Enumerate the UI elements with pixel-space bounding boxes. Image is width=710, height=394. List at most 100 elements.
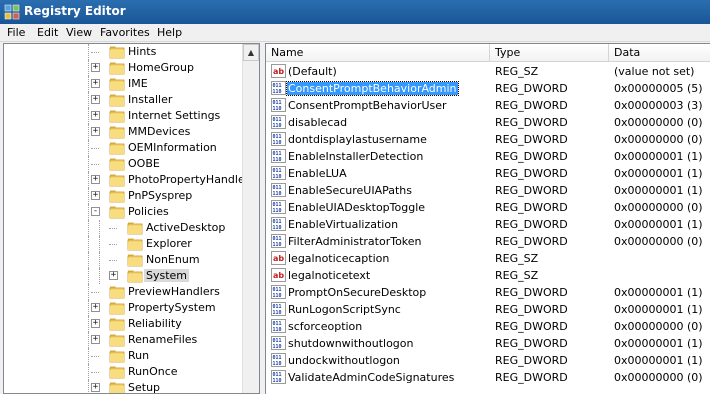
value-row[interactable]: 011 110 disablecad REG_DWORD 0x00000000 (0) (266, 114, 710, 131)
value-row[interactable]: 011 110 EnableVirtualization REG_DWORD 0x000… (266, 216, 710, 233)
value-name: EnableLUA (288, 167, 347, 180)
folder-icon (109, 109, 125, 123)
tree-node[interactable]: + RenameFiles (4, 332, 244, 348)
expand-icon[interactable]: + (91, 303, 100, 312)
key-tree[interactable]: Hints + HomeGroup + IME + Installer + Internet S… (3, 43, 260, 394)
tree-node[interactable]: - Policies (4, 204, 244, 220)
collapse-icon[interactable]: - (91, 207, 100, 216)
value-row[interactable]: 011 110 FilterAdministratorToken REG_DWORD 0… (266, 233, 710, 250)
tree-scrollbar[interactable]: ▲ (242, 44, 259, 393)
tree-node[interactable]: + Setup (4, 380, 244, 393)
value-row[interactable]: 011 110 undockwithoutlogon REG_DWORD 0x00000… (266, 352, 710, 369)
column-header-name[interactable]: Name (266, 44, 490, 62)
value-data: 0x00000001 (1) (614, 354, 703, 367)
tree-node[interactable]: + PropertySystem (4, 300, 244, 316)
tree-node-label: PreviewHandlers (128, 285, 220, 298)
value-row[interactable]: 011 110 ConsentPromptBehaviorAdmin REG_DWOR… (266, 80, 710, 97)
string-icon: ab (271, 64, 286, 78)
svg-text:110: 110 (273, 123, 282, 129)
tree-node[interactable]: Explorer (4, 236, 244, 252)
value-row[interactable]: 011 110 EnableSecureUIAPaths REG_DWORD 0x000… (266, 182, 710, 199)
menu-favorites[interactable]: Favorites (100, 26, 150, 39)
tree-node[interactable]: Run (4, 348, 244, 364)
tree-node[interactable]: + IME (4, 76, 244, 92)
menu-file[interactable]: File (7, 26, 25, 39)
value-row[interactable]: 011 110 RunLogonScriptSync REG_DWORD 0x00000… (266, 301, 710, 318)
tree-node[interactable]: + PhotoPropertyHandler (4, 172, 249, 188)
expand-icon[interactable]: + (91, 383, 100, 392)
tree-node-label: MMDevices (128, 125, 191, 138)
expand-icon[interactable]: + (109, 271, 118, 280)
expand-icon[interactable]: + (91, 111, 100, 120)
svg-text:110: 110 (273, 157, 282, 163)
value-row[interactable]: 011 110 EnableLUA REG_DWORD 0x00000001 (1) (266, 165, 710, 182)
folder-icon (109, 45, 125, 59)
value-data: 0x00000001 (1) (614, 167, 703, 180)
menu-edit[interactable]: Edit (37, 26, 58, 39)
tree-node[interactable]: + PnPSysprep (4, 188, 244, 204)
value-row[interactable]: 011 110 PromptOnSecureDesktop REG_DWORD 0x00… (266, 284, 710, 301)
folder-icon (109, 141, 125, 155)
tree-node[interactable]: Hints (4, 44, 244, 60)
tree-node[interactable]: OEMInformation (4, 140, 244, 156)
binary-icon: 011 110 (271, 115, 286, 129)
binary-icon: 011 110 (271, 353, 286, 367)
expand-icon[interactable]: + (91, 175, 100, 184)
expand-icon[interactable]: + (91, 95, 100, 104)
menu-bar: File Edit View Favorites Help (0, 24, 710, 42)
folder-icon (109, 285, 125, 299)
value-row[interactable]: ab legalnoticecaption REG_SZ (266, 250, 710, 267)
tree-node[interactable]: + Internet Settings (4, 108, 244, 124)
scroll-up-button[interactable]: ▲ (243, 44, 259, 61)
value-row[interactable]: ab (Default) REG_SZ (value not set) (266, 63, 710, 80)
value-row[interactable]: 011 110 EnableUIADesktopToggle REG_DWORD 0x0… (266, 199, 710, 216)
tree-node[interactable]: + Reliability (4, 316, 244, 332)
tree-node[interactable]: PreviewHandlers (4, 284, 244, 300)
binary-icon: 011 110 (271, 200, 286, 214)
string-icon: ab (271, 268, 286, 282)
column-header-data[interactable]: Data (609, 44, 710, 62)
value-type: REG_SZ (495, 252, 539, 265)
value-type: REG_DWORD (495, 99, 568, 112)
value-row[interactable]: 011 110 ValidateAdminCodeSignatures REG_DWO… (266, 369, 710, 386)
tree-node[interactable]: + MMDevices (4, 124, 244, 140)
value-name: EnableInstallerDetection (288, 150, 424, 163)
tree-node[interactable]: + HomeGroup (4, 60, 244, 76)
value-data: 0x00000000 (0) (614, 133, 703, 146)
value-row[interactable]: 011 110 ConsentPromptBehaviorUser REG_DWORD… (266, 97, 710, 114)
value-name: (Default) (288, 65, 337, 78)
tree-node[interactable]: + Installer (4, 92, 244, 108)
value-type: REG_DWORD (495, 184, 568, 197)
values-list[interactable]: Name Type Data ab (Default) REG_SZ (value n… (265, 43, 710, 394)
expand-icon[interactable]: + (91, 63, 100, 72)
tree-node[interactable]: OOBE (4, 156, 244, 172)
value-row[interactable]: 011 110 shutdownwithoutlogon REG_DWORD 0x000… (266, 335, 710, 352)
expand-icon[interactable]: + (91, 335, 100, 344)
value-type: REG_DWORD (495, 133, 568, 146)
menu-help[interactable]: Help (157, 26, 182, 39)
tree-node[interactable]: + System (4, 268, 244, 284)
svg-text:110: 110 (273, 106, 282, 112)
column-header-type[interactable]: Type (490, 44, 609, 62)
folder-icon (127, 253, 143, 267)
svg-text:110: 110 (273, 378, 282, 384)
tree-node[interactable]: ActiveDesktop (4, 220, 244, 236)
value-name: EnableUIADesktopToggle (288, 201, 426, 214)
expand-icon[interactable]: + (91, 319, 100, 328)
expand-icon[interactable]: + (91, 79, 100, 88)
value-row[interactable]: ab legalnoticetext REG_SZ (266, 267, 710, 284)
svg-text:110: 110 (273, 327, 282, 333)
tree-node[interactable]: NonEnum (4, 252, 244, 268)
tree-node-label: Explorer (146, 237, 192, 250)
value-row[interactable]: 011 110 EnableInstallerDetection REG_DWORD 0… (266, 148, 710, 165)
value-data: 0x00000000 (0) (614, 201, 703, 214)
expand-icon[interactable]: + (91, 127, 100, 136)
tree-node[interactable]: RunOnce (4, 364, 244, 380)
menu-view[interactable]: View (66, 26, 92, 39)
tree-node-label: Installer (128, 93, 173, 106)
expand-icon[interactable]: + (91, 191, 100, 200)
folder-icon (127, 269, 143, 283)
value-row[interactable]: 011 110 dontdisplaylastusername REG_DWORD 0x… (266, 131, 710, 148)
binary-icon: 011 110 (271, 217, 286, 231)
value-row[interactable]: 011 110 scforceoption REG_DWORD 0x00000000 (… (266, 318, 710, 335)
